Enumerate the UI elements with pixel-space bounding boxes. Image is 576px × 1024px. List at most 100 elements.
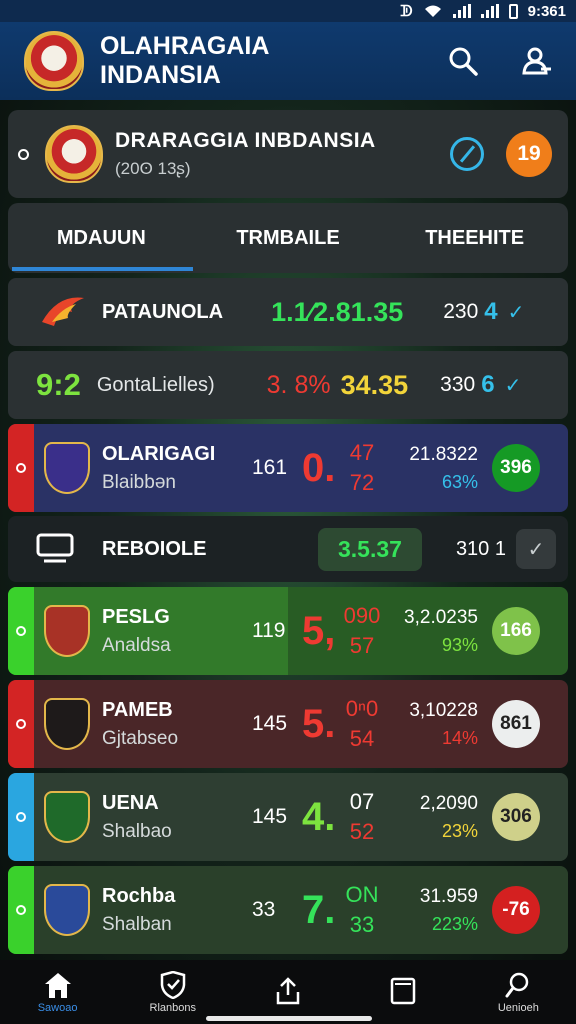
- check-icon: ✓: [504, 374, 522, 397]
- odds-value: 34.35: [340, 369, 409, 400]
- search-button[interactable]: [446, 44, 480, 78]
- nav-search-label: Uenioeh: [497, 1001, 539, 1014]
- list-item[interactable]: PAMEB Gjtabseo 145 5. 0ⁿ0 54 3,10228 14%…: [8, 680, 568, 768]
- app-bar: OLAHRAGAIA INDANSIA: [0, 22, 576, 100]
- ratio-value: 2,2090: [419, 792, 478, 814]
- status-strip: [8, 866, 34, 954]
- nfc-icon: ᗫ: [400, 2, 413, 20]
- league-title: DRARAGGIA INBDANSIA: [115, 129, 376, 152]
- share-icon: [276, 976, 300, 1004]
- odds-pill[interactable]: 3.5.37: [317, 527, 422, 571]
- match-number: 145: [252, 805, 288, 828]
- list-item[interactable]: 9:2 GontaLielles) 3. 8% 34.35 330 6 ✓: [8, 351, 568, 419]
- team-badge: [44, 698, 90, 750]
- bullet-icon: [18, 148, 29, 160]
- tab-trmbaile[interactable]: TRMBAILE: [195, 203, 382, 273]
- score-top: 07: [349, 789, 375, 814]
- ratio-percent: 14%: [441, 727, 478, 748]
- team-name: PESLG: [102, 605, 170, 628]
- clock: 9:361: [527, 2, 566, 20]
- app-title: OLAHRAGAIA INDANSIA: [100, 32, 269, 89]
- score-main: 0.: [302, 445, 336, 490]
- rating-badge: -76: [492, 886, 540, 934]
- ratio-percent: 23%: [441, 820, 478, 841]
- status-strip: [8, 587, 34, 675]
- match-number: 161: [252, 456, 288, 479]
- status-strip: [8, 680, 34, 768]
- nav-share[interactable]: [243, 976, 333, 1008]
- wifi-icon: [424, 5, 441, 17]
- score-bottom: 33: [349, 912, 375, 937]
- ratio-value: 31.959: [419, 885, 478, 907]
- list-item[interactable]: PESLG Analdsa 119 5, 090 57 3,2.0235 93%…: [8, 587, 568, 675]
- rating-badge: 166: [492, 607, 540, 655]
- team-name: UENA: [102, 791, 159, 814]
- stat-value: 330: [440, 373, 476, 396]
- list-item[interactable]: REBOIOLE 3.5.37 310 1 ✓: [8, 516, 568, 582]
- team-sub: Analdsa: [102, 634, 171, 656]
- team-badge: [44, 884, 90, 936]
- league-subtitle: (20ʘ 13ʂ): [115, 159, 191, 178]
- battery-icon: [508, 3, 518, 19]
- match-number: 145: [252, 712, 288, 735]
- score-top: 0ⁿ0: [345, 696, 379, 721]
- ratio-percent: 93%: [441, 634, 478, 655]
- list-item[interactable]: PATAUNOLA 1.1⁄2.81.35 230 4 ✓: [8, 278, 568, 346]
- list-item[interactable]: OLARIGAGI Blaibbən 161 0. 47 72 21.8322 …: [8, 424, 568, 512]
- team-name: PAMEB: [102, 698, 173, 721]
- status-bar: ᗫ 9:361: [0, 0, 576, 22]
- team-name: OLARIGAGI: [102, 442, 216, 465]
- bottom-nav: Sawoao Rlanbons Uenioeh: [0, 960, 576, 1024]
- nav-rankings-label: Rlanbons: [149, 1001, 197, 1014]
- tab-mdauun[interactable]: MDAUUN: [8, 203, 195, 273]
- odds-percent: 3. 8%: [266, 370, 331, 399]
- match-number: 33: [252, 898, 276, 921]
- team-sub: Gjtabseo: [102, 727, 179, 749]
- list-item[interactable]: UENA Shalbao 145 4. 07 52 2,2090 23% 306: [8, 773, 568, 861]
- team-sub: Shalban: [102, 913, 172, 935]
- profile-button[interactable]: [520, 44, 554, 78]
- rating-badge: 861: [492, 700, 540, 748]
- nav-rankings[interactable]: Rlanbons: [128, 970, 218, 1014]
- score-bottom: 52: [349, 819, 375, 844]
- status-strip: [8, 424, 34, 512]
- score-top: 47: [349, 440, 375, 465]
- section-name: REBOIOLE: [102, 537, 207, 560]
- stat-count: 4: [484, 298, 498, 325]
- rating-badge: 306: [492, 793, 540, 841]
- tab-bar: MDAUUN TRMBAILE THEEHITE: [8, 203, 568, 273]
- user-icon: [522, 47, 551, 75]
- league-header[interactable]: DRARAGGIA INBDANSIA (20ʘ 13ʂ) 19: [8, 110, 568, 198]
- nav-home[interactable]: Sawoao: [13, 971, 103, 1014]
- ratio-value: 21.8322: [409, 443, 478, 465]
- nav-search[interactable]: Uenioeh: [473, 971, 563, 1014]
- search-icon: [449, 47, 478, 76]
- team-name: PATAUNOLA: [102, 300, 224, 323]
- rating-badge: 396: [492, 444, 540, 492]
- ratio-value: 3,2.0235: [404, 606, 478, 628]
- team-badge: [44, 605, 90, 657]
- list-item[interactable]: Rochba Shalban 33 7. ON 33 31.959 223% -…: [8, 866, 568, 954]
- status-strip: [8, 773, 34, 861]
- score-label: 9:2: [36, 367, 81, 402]
- tab-theehite[interactable]: THEEHITE: [381, 203, 568, 273]
- team-name: Rochba: [102, 884, 176, 907]
- team-sub: Shalbao: [102, 820, 172, 842]
- team-badge: [44, 791, 90, 843]
- signal-icon-2: [480, 4, 499, 18]
- team-name: GontaLielles): [96, 373, 215, 396]
- confirm-button[interactable]: ✓: [516, 529, 556, 569]
- ratio-value: 3,10228: [409, 699, 478, 721]
- compass-icon[interactable]: [450, 137, 484, 171]
- team-sub: Blaibbən: [102, 471, 176, 493]
- home-indicator: [206, 1016, 372, 1021]
- tablet-icon: [390, 977, 416, 1004]
- ratio-percent: 63%: [441, 471, 478, 492]
- score-main: 4.: [302, 794, 336, 839]
- score-top: 090: [343, 603, 381, 628]
- score-main: 5,: [302, 608, 336, 653]
- score-main: 5.: [302, 701, 336, 746]
- check-icon: ✓: [507, 301, 525, 324]
- nav-tablet[interactable]: [358, 977, 448, 1008]
- stat-count: 6: [481, 371, 495, 398]
